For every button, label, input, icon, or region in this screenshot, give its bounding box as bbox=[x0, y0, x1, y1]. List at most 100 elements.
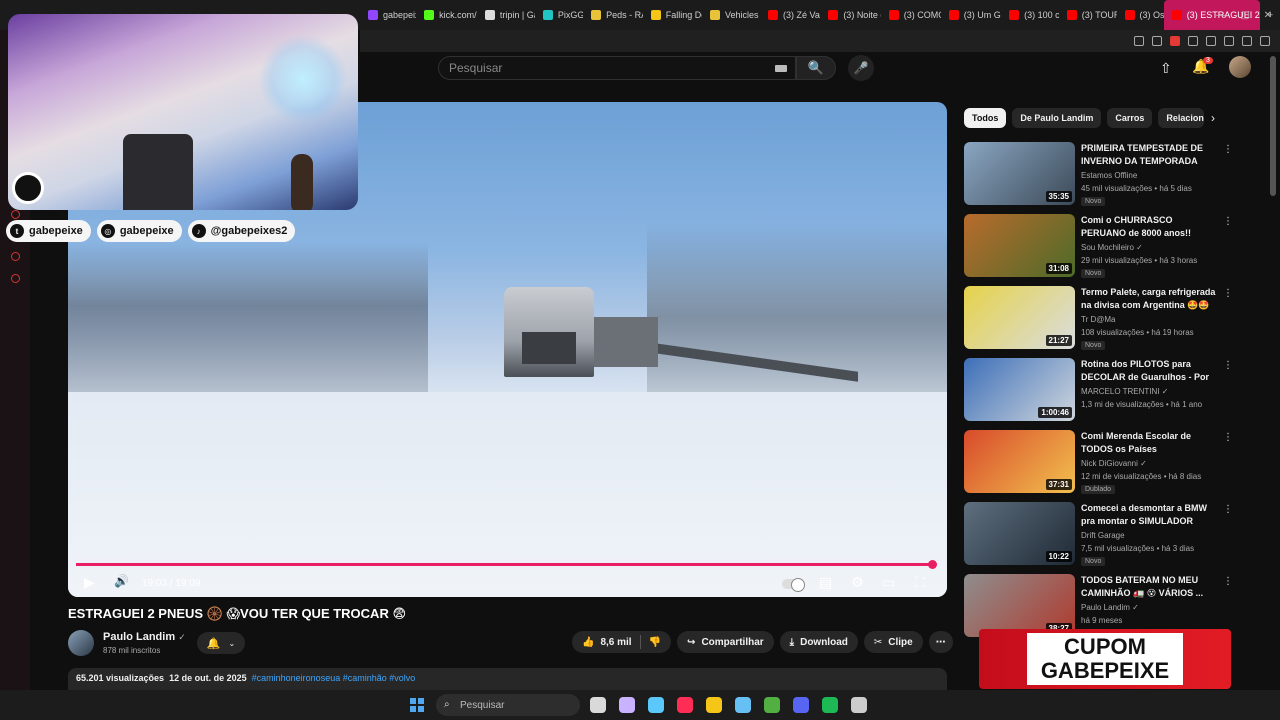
chip-cars[interactable]: Carros bbox=[1107, 108, 1153, 128]
record-icon[interactable] bbox=[1170, 36, 1180, 46]
browser-tab[interactable]: tripin | Ga bbox=[477, 0, 535, 30]
browser-tab[interactable]: PixGG bbox=[535, 0, 583, 30]
heart-icon[interactable] bbox=[1206, 36, 1216, 46]
more-options-icon[interactable]: ⋮ bbox=[1223, 432, 1233, 443]
download-icon[interactable] bbox=[1242, 36, 1252, 46]
menu-icon[interactable] bbox=[1260, 36, 1270, 46]
hashtags[interactable]: #caminhoneironoseua #caminhão #volvo bbox=[252, 673, 416, 683]
recommendation-channel[interactable]: Estamos Offline bbox=[1081, 171, 1137, 180]
browser-tab[interactable]: (3) Noite d bbox=[820, 0, 881, 30]
video-thumbnail[interactable]: 38:27 bbox=[964, 574, 1075, 637]
browser-tab[interactable]: (3) COMO bbox=[881, 0, 941, 30]
progress-scrubber[interactable] bbox=[927, 560, 937, 569]
scrollbar[interactable] bbox=[1270, 56, 1276, 196]
browser-tab[interactable]: Vehicles - bbox=[702, 0, 760, 30]
sidebar-app-icon[interactable] bbox=[11, 210, 20, 219]
minimize-button[interactable]: — bbox=[1216, 10, 1226, 21]
account-avatar[interactable] bbox=[1229, 56, 1251, 78]
sidebar-app-icon[interactable] bbox=[11, 252, 20, 261]
recommendation-title[interactable]: Comecei a desmontar a BMW pra montar o S… bbox=[1081, 502, 1216, 528]
upload-icon[interactable]: ⇧ bbox=[1160, 60, 1172, 77]
chip-all[interactable]: Todos bbox=[964, 108, 1007, 128]
more-actions-button[interactable]: ⋯ bbox=[928, 631, 953, 653]
xbox-icon[interactable] bbox=[764, 697, 780, 713]
extension-icon[interactable] bbox=[1152, 36, 1162, 46]
share-button[interactable]: ↪ Compartilhar bbox=[677, 631, 774, 653]
more-options-icon[interactable]: ⋮ bbox=[1223, 360, 1233, 371]
chip-related[interactable]: Relacion bbox=[1158, 108, 1205, 128]
keyboard-icon[interactable] bbox=[775, 65, 787, 72]
video-thumbnail[interactable]: 10:22 bbox=[964, 502, 1075, 565]
recommendation-channel[interactable]: Paulo Landim ✓ bbox=[1081, 603, 1139, 612]
more-options-icon[interactable]: ⋮ bbox=[1223, 576, 1233, 587]
explorer-icon[interactable] bbox=[706, 697, 722, 713]
recommendation-channel[interactable]: Sou Mochileiro ✓ bbox=[1081, 243, 1143, 252]
recommendation-channel[interactable]: Drift Garage bbox=[1081, 531, 1125, 540]
recommendation-title[interactable]: PRIMEIRA TEMPESTADE DE INVERNO DA TEMPOR… bbox=[1081, 142, 1216, 168]
video-thumbnail[interactable]: 1:00:46 bbox=[964, 358, 1075, 421]
files-icon[interactable] bbox=[590, 697, 606, 713]
recommendation-item[interactable]: 35:35 PRIMEIRA TEMPESTADE DE INVERNO DA T… bbox=[964, 142, 1244, 208]
browser-tab[interactable]: (3) TOUR bbox=[1059, 0, 1117, 30]
subtitles-icon[interactable]: ▤ bbox=[819, 574, 832, 591]
settings-icon[interactable]: ⚙ bbox=[851, 574, 864, 591]
sidebar-app-icon[interactable] bbox=[11, 274, 20, 283]
volume-icon[interactable]: 🔊 bbox=[114, 574, 129, 588]
maximize-button[interactable]: ▢ bbox=[1240, 10, 1249, 21]
browser-tab[interactable]: (3) Os bbox=[1117, 0, 1164, 30]
play-icon[interactable]: ▶ bbox=[84, 574, 95, 591]
copilot-icon[interactable] bbox=[648, 697, 664, 713]
video-thumbnail[interactable]: 21:27 bbox=[964, 286, 1075, 349]
more-options-icon[interactable]: ⋮ bbox=[1223, 504, 1233, 515]
recommendation-channel[interactable]: Tr D@Ma bbox=[1081, 315, 1116, 324]
voice-search-button[interactable]: 🎤 bbox=[848, 55, 874, 81]
subscribed-bell-button[interactable]: 🔔 ⌄ bbox=[197, 632, 245, 654]
recommendation-title[interactable]: Rotina dos PILOTOS para DECOLAR de Guaru… bbox=[1081, 358, 1216, 384]
recommendation-title[interactable]: Comi o CHURRASCO PERUANO de 8000 anos!! … bbox=[1081, 214, 1216, 240]
download-button[interactable]: ⤓ Download bbox=[779, 631, 858, 653]
recommendation-item[interactable]: 31:08 Comi o CHURRASCO PERUANO de 8000 an… bbox=[964, 214, 1244, 280]
browser-tab[interactable]: (3) 100 cr bbox=[1001, 0, 1059, 30]
steam-icon[interactable] bbox=[735, 697, 751, 713]
video-thumbnail[interactable]: 35:35 bbox=[964, 142, 1075, 205]
channel-avatar[interactable] bbox=[68, 630, 94, 656]
clip-button[interactable]: ✂ Clipe bbox=[863, 631, 923, 653]
autoplay-toggle[interactable] bbox=[782, 578, 805, 592]
recommendation-channel[interactable]: MARCELO TRENTINI ✓ bbox=[1081, 387, 1168, 396]
recommendation-item[interactable]: 21:27 Termo Palete, carga refrigerada na … bbox=[964, 286, 1244, 352]
puzzle-icon[interactable] bbox=[1224, 36, 1234, 46]
browser-tab[interactable]: kick.com/g bbox=[416, 0, 477, 30]
browser-tab[interactable]: (3) Um Ge bbox=[941, 0, 1001, 30]
video-thumbnail[interactable]: 31:08 bbox=[964, 214, 1075, 277]
more-options-icon[interactable]: ⋮ bbox=[1223, 288, 1233, 299]
search-button[interactable]: 🔍 bbox=[796, 56, 836, 80]
channel-name[interactable]: Paulo Landim ✓ bbox=[103, 631, 186, 643]
recommendation-item[interactable]: 1:00:46 Rotina dos PILOTOS para DECOLAR d… bbox=[964, 358, 1244, 424]
browser-tab[interactable]: Peds - RA bbox=[583, 0, 643, 30]
spotify-icon[interactable] bbox=[822, 697, 838, 713]
like-button[interactable]: 👍 8,6 mil 👎 bbox=[572, 631, 672, 653]
opera-icon[interactable] bbox=[677, 697, 693, 713]
recommendation-title[interactable]: TODOS BATERAM NO MEU CAMINHÃO 🚛 😵 VÁRIOS… bbox=[1081, 574, 1216, 600]
app-icon[interactable] bbox=[619, 697, 635, 713]
theater-mode-icon[interactable]: ▭ bbox=[882, 574, 895, 591]
more-options-icon[interactable]: ⋮ bbox=[1223, 144, 1233, 155]
fullscreen-icon[interactable]: ⛶ bbox=[915, 574, 925, 591]
recommendation-item[interactable]: 10:22 Comecei a desmontar a BMW pra monta… bbox=[964, 502, 1244, 568]
discord-icon[interactable] bbox=[793, 697, 809, 713]
description-box[interactable]: 65.201 visualizações 12 de out. de 2025 … bbox=[68, 668, 947, 690]
browser-tab[interactable]: Falling Do bbox=[643, 0, 702, 30]
close-button[interactable]: ✕ bbox=[1264, 10, 1272, 21]
browser-tab[interactable]: (3) Zé Vaq bbox=[760, 0, 820, 30]
recommendation-item[interactable]: 37:31 Comi Merenda Escolar de TODOS os Pa… bbox=[964, 430, 1244, 496]
progress-bar[interactable] bbox=[76, 563, 932, 566]
taskbar-search[interactable]: ⌕ Pesquisar bbox=[436, 694, 580, 716]
play-icon[interactable] bbox=[1188, 36, 1198, 46]
video-thumbnail[interactable]: 37:31 bbox=[964, 430, 1075, 493]
windows-start-icon[interactable] bbox=[410, 698, 424, 712]
recommendation-channel[interactable]: Nick DiGiovanni ✓ bbox=[1081, 459, 1147, 468]
browser-tab[interactable]: gabepeix bbox=[360, 0, 416, 30]
search-input[interactable]: Pesquisar bbox=[438, 56, 796, 80]
chip-from-channel[interactable]: De Paulo Landim bbox=[1012, 108, 1102, 128]
obs-icon[interactable] bbox=[851, 697, 867, 713]
